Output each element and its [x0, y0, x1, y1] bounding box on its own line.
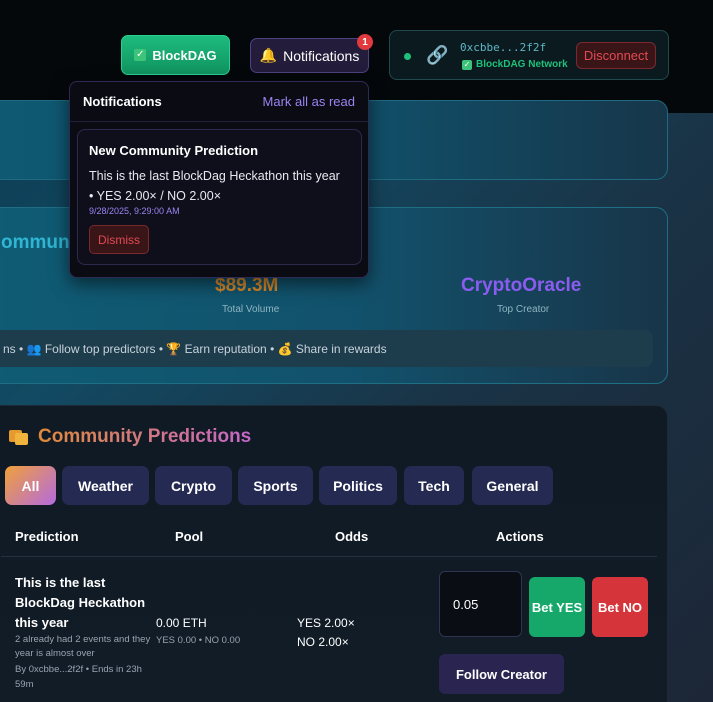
tab-tech[interactable]: Tech [404, 466, 464, 505]
odds-yes: YES 2.00× [297, 616, 355, 630]
network-name: BlockDAG Network [476, 59, 568, 70]
tips-bar: ns • 👥 Follow top predictors • 🏆 Earn re… [0, 330, 653, 367]
notification-line-1: This is the last BlockDag Heckathon this… [89, 169, 340, 183]
pool-breakdown: YES 0.00 • NO 0.00 [156, 635, 241, 646]
network-label: ✓ BlockDAG Network [462, 59, 568, 70]
total-volume-label: Total Volume [222, 304, 280, 315]
odds: YES 2.00× NO 2.00× [297, 614, 355, 652]
notification-timestamp: 9/28/2025, 9:29:00 AM [89, 206, 180, 216]
blockdag-button[interactable]: ✓ BlockDAG [121, 35, 230, 75]
odds-no: NO 2.00× [297, 635, 349, 649]
prediction-meta: By 0xcbbe...2f2f • Ends in 23h 59m [15, 664, 142, 690]
pool-total: 0.00 ETH [156, 616, 207, 630]
follow-creator-button[interactable]: Follow Creator [439, 654, 564, 694]
top-creator-label: Top Creator [497, 304, 550, 315]
community-predictions-panel: Community Predictions All Weather Crypto… [0, 405, 668, 702]
dismiss-button[interactable]: Dismiss [89, 225, 149, 254]
bet-yes-button[interactable]: Bet YES [529, 577, 585, 637]
dropdown-divider [70, 121, 368, 122]
tab-sports[interactable]: Sports [238, 466, 313, 505]
connected-status-icon [404, 53, 411, 60]
check-icon: ✓ [134, 49, 147, 61]
notification-count-badge: 1 [357, 34, 373, 50]
tab-all[interactable]: All [5, 466, 56, 505]
notification-item: New Community Prediction This is the las… [77, 129, 362, 265]
notifications-dropdown-title: Notifications [83, 94, 162, 109]
link-icon: 🔗 [426, 45, 449, 65]
notification-title: New Community Prediction [89, 143, 259, 158]
prediction-description: 2 already had 2 events and they year is … [15, 634, 151, 659]
tab-general[interactable]: General [472, 466, 553, 505]
column-header-pool: Pool [175, 529, 204, 544]
tab-politics[interactable]: Politics [319, 466, 397, 505]
check-icon: ✓ [462, 59, 472, 70]
bet-amount-input[interactable]: 0.05 [439, 571, 522, 637]
stats-title: ommun [1, 232, 70, 253]
mark-all-read-button[interactable]: Mark all as read [263, 94, 355, 109]
top-creator-value: CryptoOracle [461, 275, 582, 296]
tab-crypto[interactable]: Crypto [155, 466, 232, 505]
tab-weather[interactable]: Weather [62, 466, 149, 505]
notifications-button[interactable]: 🔔 Notifications [250, 38, 369, 73]
prediction-title: This is the last BlockDag Heckathon this… [15, 575, 146, 630]
column-header-odds: Odds [335, 529, 369, 544]
notification-line-2: • YES 2.00× / NO 2.00× [89, 189, 222, 203]
total-volume-value: $89.3M [215, 275, 279, 296]
column-header-prediction: Prediction [15, 529, 79, 544]
disconnect-button[interactable]: Disconnect [576, 42, 656, 69]
wallet-address: 0xcbbe...2f2f [460, 41, 547, 54]
notification-body: This is the last BlockDag Heckathon this… [89, 166, 359, 206]
wallet-panel: 🔗 0xcbbe...2f2f ✓ BlockDAG Network Disco… [389, 30, 669, 80]
notifications-button-label: Notifications [283, 47, 360, 64]
blockdag-button-label: BlockDAG [152, 47, 217, 63]
bell-icon: 🔔 [259, 47, 278, 63]
bet-no-button[interactable]: Bet NO [592, 577, 648, 637]
column-header-actions: Actions [496, 529, 544, 544]
folders-icon [9, 430, 28, 445]
community-predictions-title: Community Predictions [38, 426, 252, 447]
notifications-dropdown: Notifications Mark all as read New Commu… [69, 81, 369, 278]
header-divider [1, 556, 657, 557]
